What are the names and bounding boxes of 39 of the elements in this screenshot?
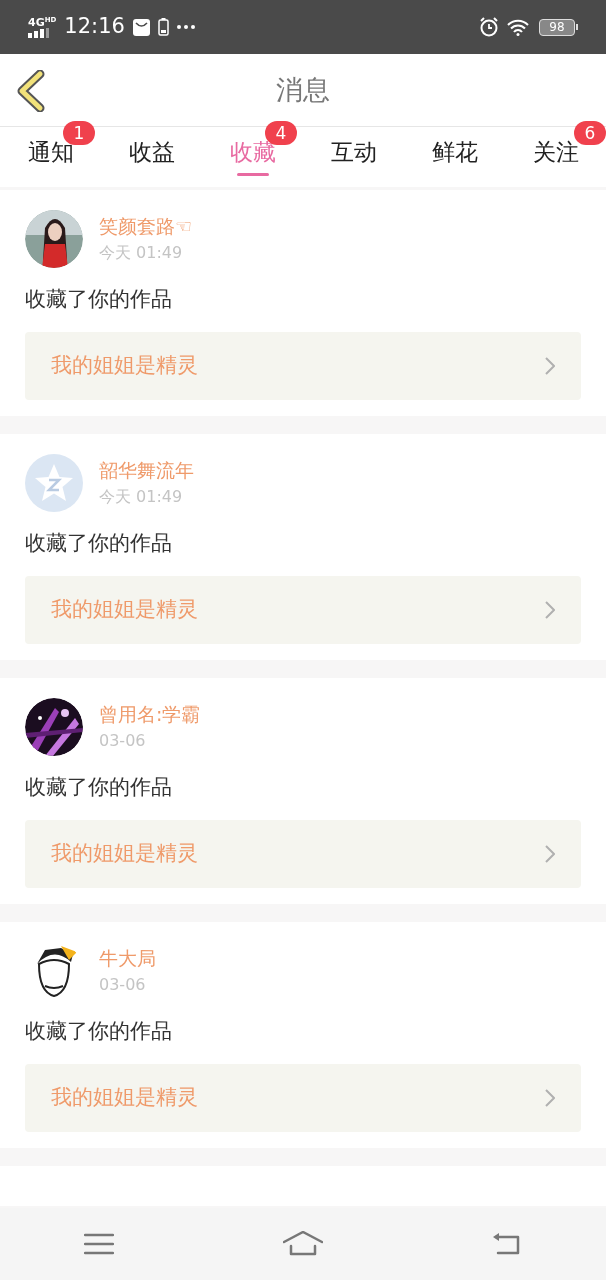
work-link[interactable]: 我的姐姐是精灵 <box>25 576 581 644</box>
message-text: 收藏了你的作品 <box>25 1018 173 1045</box>
page-title: 消息 <box>276 72 330 107</box>
message-time: 今天 01:49 <box>99 486 184 508</box>
message-time: 03-06 <box>99 730 147 752</box>
count-badge: 1 <box>63 121 95 145</box>
more-icon <box>176 25 195 29</box>
wifi-icon <box>507 18 529 36</box>
chevron-right-icon <box>545 357 555 375</box>
clock-time: 12:16 <box>64 13 125 41</box>
user-name[interactable]: 牛大局 <box>99 945 156 971</box>
tab[interactable]: 互动 <box>330 137 377 167</box>
user-name[interactable]: 曾用名:学霸 <box>99 701 201 727</box>
back-icon[interactable] <box>16 70 46 112</box>
tab[interactable]: 收益 <box>128 137 175 167</box>
tab[interactable]: 鲜花 <box>431 137 478 167</box>
user-name[interactable]: 韶华舞流年 <box>99 457 194 483</box>
mail-icon <box>132 18 150 36</box>
home-icon[interactable] <box>283 1231 323 1257</box>
message-text: 收藏了你的作品 <box>25 530 173 557</box>
back-icon[interactable] <box>491 1232 522 1256</box>
battery-small-icon <box>157 18 169 36</box>
menu-icon[interactable] <box>84 1233 115 1255</box>
battery-indicator: 98 <box>539 18 578 36</box>
tab-underline <box>236 173 269 176</box>
chevron-right-icon <box>545 845 555 863</box>
message-text: 收藏了你的作品 <box>25 774 173 801</box>
user-name[interactable]: 笑颜套路☜ <box>99 213 193 239</box>
message-text: 收藏了你的作品 <box>25 286 173 313</box>
message-time: 今天 01:49 <box>99 242 184 264</box>
chevron-right-icon <box>545 1089 555 1107</box>
work-link[interactable]: 我的姐姐是精灵 <box>25 1064 581 1132</box>
count-badge: 6 <box>574 121 606 145</box>
default-avatar-icon <box>25 454 83 512</box>
work-link[interactable]: 我的姐姐是精灵 <box>25 820 581 888</box>
message-time: 03-06 <box>99 974 147 996</box>
chevron-right-icon <box>545 601 555 619</box>
alarm-icon <box>479 17 499 37</box>
work-link[interactable]: 我的姐姐是精灵 <box>25 332 581 400</box>
